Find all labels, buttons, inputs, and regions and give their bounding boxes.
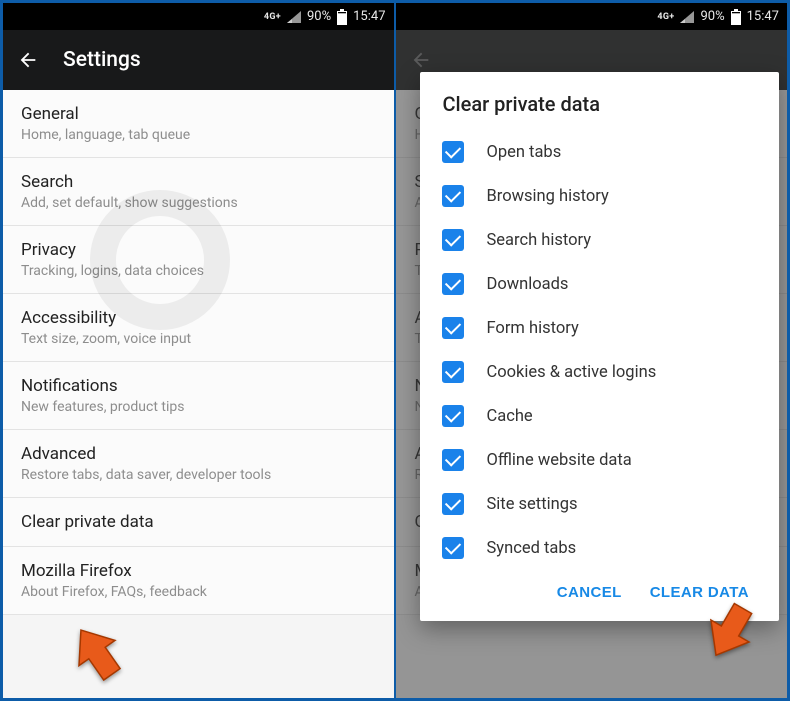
cancel-button[interactable]: CANCEL — [557, 584, 622, 601]
check-label: Site settings — [486, 495, 577, 514]
battery-percent: 90% — [700, 9, 724, 24]
clock: 15:47 — [747, 9, 779, 24]
setting-title: Privacy — [21, 240, 376, 260]
check-label: Cookies & active logins — [486, 363, 656, 382]
setting-subtitle: Text size, zoom, voice input — [21, 331, 376, 347]
checkbox-icon[interactable] — [442, 317, 464, 339]
setting-row-clear-private-data[interactable]: Clear private data — [3, 498, 394, 547]
network-label: 4G+ — [657, 12, 674, 22]
checkbox-icon[interactable] — [442, 273, 464, 295]
check-label: Offline website data — [486, 451, 631, 470]
dialog-overlay: Clear private data Open tabs Browsing his… — [396, 30, 787, 698]
check-row-browsing-history[interactable]: Browsing history — [442, 174, 761, 218]
setting-subtitle: Home, language, tab queue — [21, 127, 376, 143]
setting-subtitle: Tracking, logins, data choices — [21, 263, 376, 279]
checkbox-icon[interactable] — [442, 537, 464, 559]
check-row-offline-website-data[interactable]: Offline website data — [442, 438, 761, 482]
setting-row-advanced[interactable]: Advanced Restore tabs, data saver, develo… — [3, 430, 394, 498]
phone-left: 4G+ 90% 15:47 Settings General Home, lang… — [3, 3, 394, 698]
setting-title: Accessibility — [21, 308, 376, 328]
setting-title: Advanced — [21, 444, 376, 464]
setting-title: Notifications — [21, 376, 376, 396]
setting-row-general[interactable]: General Home, language, tab queue — [3, 90, 394, 158]
network-label: 4G+ — [264, 12, 281, 22]
dialog-actions: CANCEL CLEAR DATA — [442, 570, 761, 611]
setting-row-search[interactable]: Search Add, set default, show suggestions — [3, 158, 394, 226]
signal-icon — [680, 11, 694, 23]
setting-subtitle: Add, set default, show suggestions — [21, 195, 376, 211]
check-label: Open tabs — [486, 143, 561, 162]
battery-icon — [731, 9, 741, 25]
back-icon[interactable] — [17, 49, 39, 71]
phone-right: 4G+ 90% 15:47 GHSAPTATNNARCMA Clear priv… — [396, 3, 787, 698]
setting-row-privacy[interactable]: Privacy Tracking, logins, data choices — [3, 226, 394, 294]
checkbox-icon[interactable] — [442, 141, 464, 163]
status-bar: 4G+ 90% 15:47 — [3, 3, 394, 30]
setting-title: Clear private data — [21, 512, 376, 532]
battery-percent: 90% — [307, 9, 331, 24]
signal-icon — [287, 11, 301, 23]
check-row-site-settings[interactable]: Site settings — [442, 482, 761, 526]
checkbox-icon[interactable] — [442, 185, 464, 207]
app-header: Settings — [3, 30, 394, 90]
setting-subtitle: Restore tabs, data saver, developer tool… — [21, 467, 376, 483]
status-bar: 4G+ 90% 15:47 — [396, 3, 787, 30]
setting-row-notifications[interactable]: Notifications New features, product tips — [3, 362, 394, 430]
clear-data-dialog: Clear private data Open tabs Browsing his… — [420, 72, 779, 621]
check-row-search-history[interactable]: Search history — [442, 218, 761, 262]
checkbox-icon[interactable] — [442, 229, 464, 251]
setting-title: Mozilla Firefox — [21, 561, 376, 581]
dialog-title: Clear private data — [442, 92, 761, 116]
checkbox-icon[interactable] — [442, 361, 464, 383]
battery-icon — [337, 9, 347, 25]
setting-subtitle: About Firefox, FAQs, feedback — [21, 584, 376, 600]
check-row-cache[interactable]: Cache — [442, 394, 761, 438]
page-title: Settings — [63, 48, 141, 72]
setting-subtitle: New features, product tips — [21, 399, 376, 415]
clock: 15:47 — [353, 9, 385, 24]
checkbox-icon[interactable] — [442, 405, 464, 427]
settings-list[interactable]: General Home, language, tab queue Search Ad… — [3, 90, 394, 615]
setting-title: General — [21, 104, 376, 124]
check-row-downloads[interactable]: Downloads — [442, 262, 761, 306]
check-label: Downloads — [486, 275, 568, 294]
setting-row-mozilla-firefox[interactable]: Mozilla Firefox About Firefox, FAQs, feed… — [3, 547, 394, 615]
check-label: Cache — [486, 407, 532, 426]
check-row-synced-tabs[interactable]: Synced tabs — [442, 526, 761, 570]
checkbox-icon[interactable] — [442, 449, 464, 471]
setting-row-accessibility[interactable]: Accessibility Text size, zoom, voice inpu… — [3, 294, 394, 362]
clear-data-button[interactable]: CLEAR DATA — [650, 584, 749, 601]
check-label: Synced tabs — [486, 539, 576, 558]
dialog-items: Open tabs Browsing history Search history D… — [442, 130, 761, 570]
check-label: Browsing history — [486, 187, 608, 206]
checkbox-icon[interactable] — [442, 493, 464, 515]
check-row-form-history[interactable]: Form history — [442, 306, 761, 350]
check-row-cookies-active-logins[interactable]: Cookies & active logins — [442, 350, 761, 394]
setting-title: Search — [21, 172, 376, 192]
check-row-open-tabs[interactable]: Open tabs — [442, 130, 761, 174]
check-label: Form history — [486, 319, 578, 338]
tutorial-arrow-left — [67, 623, 127, 683]
check-label: Search history — [486, 231, 591, 250]
